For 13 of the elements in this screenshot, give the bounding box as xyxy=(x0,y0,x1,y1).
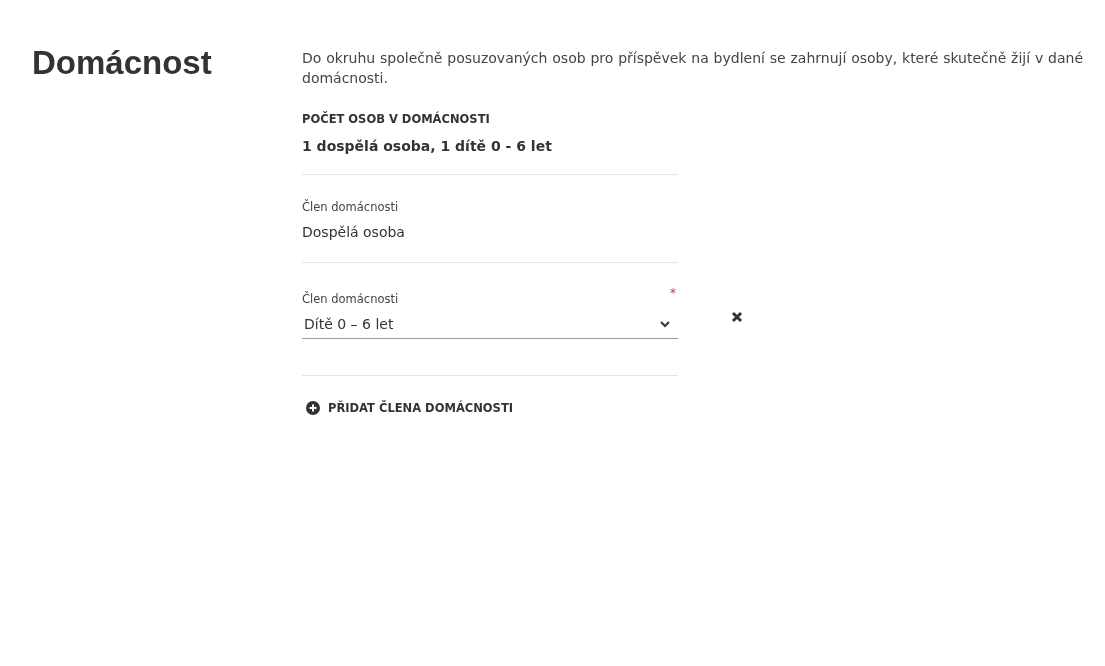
required-mark: * xyxy=(670,286,676,300)
chevron-down-icon xyxy=(660,320,670,328)
add-member-button[interactable]: PŘIDAT ČLENA DOMÁCNOSTI xyxy=(302,401,514,415)
close-icon[interactable] xyxy=(731,311,743,323)
count-value: 1 dospělá osoba, 1 dítě 0 - 6 let xyxy=(302,138,678,175)
select-field[interactable]: Dítě 0 – 6 let xyxy=(302,313,678,339)
plus-circle-icon xyxy=(306,401,320,415)
field-label: Člen domácnosti xyxy=(302,292,399,306)
count-label: POČET OSOB V DOMÁCNOSTI xyxy=(302,112,491,126)
field-label: Člen domácnosti xyxy=(302,200,400,214)
section-title: Domácnost xyxy=(32,44,213,82)
intro-text: Do okruhu společně posuzovaných osob pro příspěvek na bydlení se zahrnují osoby, které skutečně žijí v dané domácnosti. xyxy=(302,49,1083,88)
field-value: Dospělá osoba xyxy=(302,224,406,242)
